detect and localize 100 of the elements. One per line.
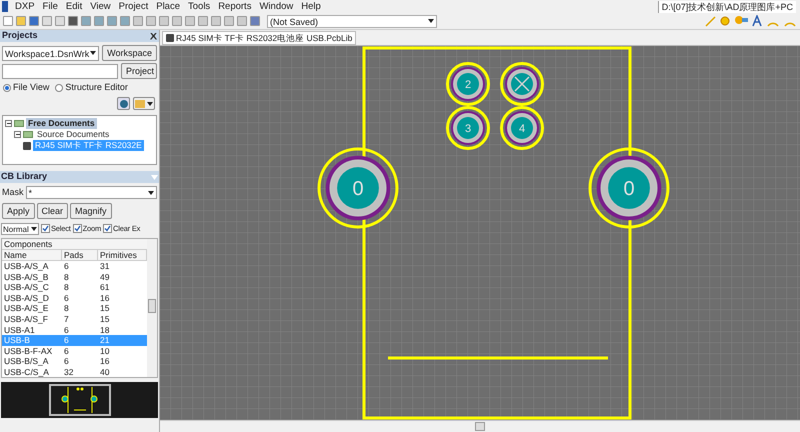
table-cell-text: 8	[63, 272, 70, 282]
radio-button[interactable]	[3, 84, 11, 92]
table-cell-text: USB-A/S_D	[3, 292, 50, 304]
dropdown-arrow-icon	[31, 226, 37, 230]
table-row[interactable]: USB-A/S_D 6 16	[2, 292, 147, 304]
table-cell-text: USB-C/S_A	[3, 366, 50, 378]
table-cell-text: USB-A/S_B	[3, 272, 50, 282]
collapse-toggle-icon[interactable]	[5, 120, 12, 127]
project-field[interactable]	[2, 64, 118, 78]
filter-button[interactable]: Apply	[2, 203, 35, 219]
table-cell-text: 6	[63, 335, 70, 346]
tree-item[interactable]: Source Documents	[35, 129, 112, 140]
table-row[interactable]: USB-C/S_A 32 40	[2, 366, 147, 378]
table-row[interactable]: USB-B/S_A 6 16	[2, 356, 147, 367]
menu-item[interactable]: DXP	[11, 0, 39, 12]
pad-label: 0	[623, 178, 635, 200]
scrollbar[interactable]	[147, 239, 157, 377]
table-row[interactable]: USB-A/S_B 8 49	[2, 272, 147, 282]
menu-item[interactable]: Help	[297, 0, 325, 12]
table-cell-text: USB-B	[3, 335, 31, 346]
radio-label: File View	[13, 81, 50, 94]
table-cell-text: 8	[63, 282, 70, 293]
line-tool-icon[interactable]	[704, 15, 716, 27]
workspace-button[interactable]: Workspace	[102, 45, 157, 61]
table-cell-text: 8	[63, 303, 70, 314]
pad-label: 2	[464, 79, 472, 91]
via-tool-icon[interactable]	[734, 15, 748, 27]
panel-title: CB Library	[1, 170, 48, 184]
text-tool-icon[interactable]	[751, 15, 763, 27]
workspace-select[interactable]: Workspace1.DsnWrk	[2, 46, 100, 60]
table-cell-text: USB-A/S_E	[3, 303, 50, 314]
table-cell-text: 6	[63, 292, 70, 304]
document-tab[interactable]: RJ45 SIM卡 TF卡 RS2032电池座 USB.PcbLib	[162, 31, 356, 45]
menu-item[interactable]: Edit	[62, 0, 86, 12]
filter-button[interactable]: Magnify	[70, 203, 112, 219]
horizontal-scrollbar[interactable]	[160, 420, 800, 432]
app-logo-icon	[2, 1, 8, 12]
tree-item[interactable]: Free Documents	[26, 118, 97, 129]
dropdown-arrow-icon	[147, 102, 153, 106]
table-row[interactable]: USB-A/S_A 6 31	[2, 261, 147, 272]
pad	[446, 106, 490, 150]
panel-title: Projects	[2, 29, 38, 42]
table-row[interactable]: USB-B-F-AX 6 10	[2, 346, 147, 356]
path-field[interactable]: D:\[07]技术创新\AD原理图库+PC	[658, 0, 796, 12]
menu-item[interactable]: View	[86, 0, 115, 12]
filter-button[interactable]: Clear	[36, 203, 68, 219]
table-cell-text: 21	[99, 335, 110, 346]
checkbox[interactable]	[41, 224, 50, 233]
table-cell-text: 31	[99, 261, 110, 272]
globe-icon[interactable]	[117, 97, 130, 110]
table-cell-text: USB-A/S_F	[3, 314, 49, 325]
mode-select[interactable]: Normal	[1, 222, 39, 234]
table-row[interactable]: USB-A/S_F 7 15	[2, 314, 147, 325]
table-cell-text: 6	[63, 324, 70, 336]
radio-label: Structure Editor	[65, 81, 128, 94]
table-cell-text: 6	[63, 346, 70, 356]
table-row[interactable]: USB-A1 6 18	[2, 324, 147, 336]
project-button[interactable]: Project	[121, 63, 157, 79]
dropdown-arrow-icon	[90, 51, 96, 55]
table-cell-text: 6	[63, 261, 70, 272]
column-header[interactable]: Pads	[62, 250, 98, 261]
table-cell-text: 49	[99, 272, 110, 282]
document-select[interactable]: (Not Saved)	[267, 14, 437, 28]
mask-label: Mask	[2, 186, 24, 199]
pad	[500, 62, 544, 106]
pad	[500, 106, 544, 150]
table-cell-text: 61	[99, 282, 110, 293]
radio-button[interactable]	[55, 84, 64, 92]
collapse-toggle-icon[interactable]	[14, 131, 21, 138]
table-cell-text: 18	[99, 324, 110, 336]
table-row[interactable]: USB-A/S_E 8 15	[2, 303, 147, 314]
folder-menu-icon[interactable]	[133, 97, 155, 110]
mask-field[interactable]: *	[26, 186, 157, 199]
dropdown-arrow-icon	[148, 190, 154, 194]
pad-label: 3	[464, 123, 472, 135]
close-icon[interactable]	[150, 32, 157, 40]
menu-item[interactable]: File	[38, 0, 62, 12]
table-cell-text: 16	[99, 356, 110, 367]
table-cell-text: 40	[99, 366, 110, 378]
table-cell-text: USB-B/S_A	[3, 356, 50, 367]
collapse-arrow-icon[interactable]	[151, 174, 158, 180]
table-cell-text: 16	[99, 292, 110, 304]
table-row[interactable]: USB-A/S_C 8 61	[2, 282, 147, 293]
menu-item[interactable]: Window	[255, 0, 298, 12]
column-header[interactable]: Name	[2, 250, 62, 261]
pad-tool-icon[interactable]	[719, 15, 731, 27]
menu-item[interactable]: Reports	[214, 0, 256, 12]
component-icon	[23, 142, 31, 150]
checkbox[interactable]	[103, 224, 112, 233]
table-cell-text: 32	[63, 366, 74, 378]
menu-item[interactable]: Place	[152, 0, 184, 12]
menu-item[interactable]: Tools	[184, 0, 214, 12]
table-cell-text: USB-B-F-AX	[3, 346, 54, 356]
checkbox[interactable]	[72, 224, 82, 233]
checkmark-icon	[42, 225, 49, 232]
checkmark-icon	[74, 225, 81, 232]
table-cell-text: 15	[99, 303, 110, 314]
component-icon	[166, 34, 174, 42]
menu-item[interactable]: Project	[114, 0, 152, 12]
table-cell-text: USB-A1	[3, 324, 36, 336]
